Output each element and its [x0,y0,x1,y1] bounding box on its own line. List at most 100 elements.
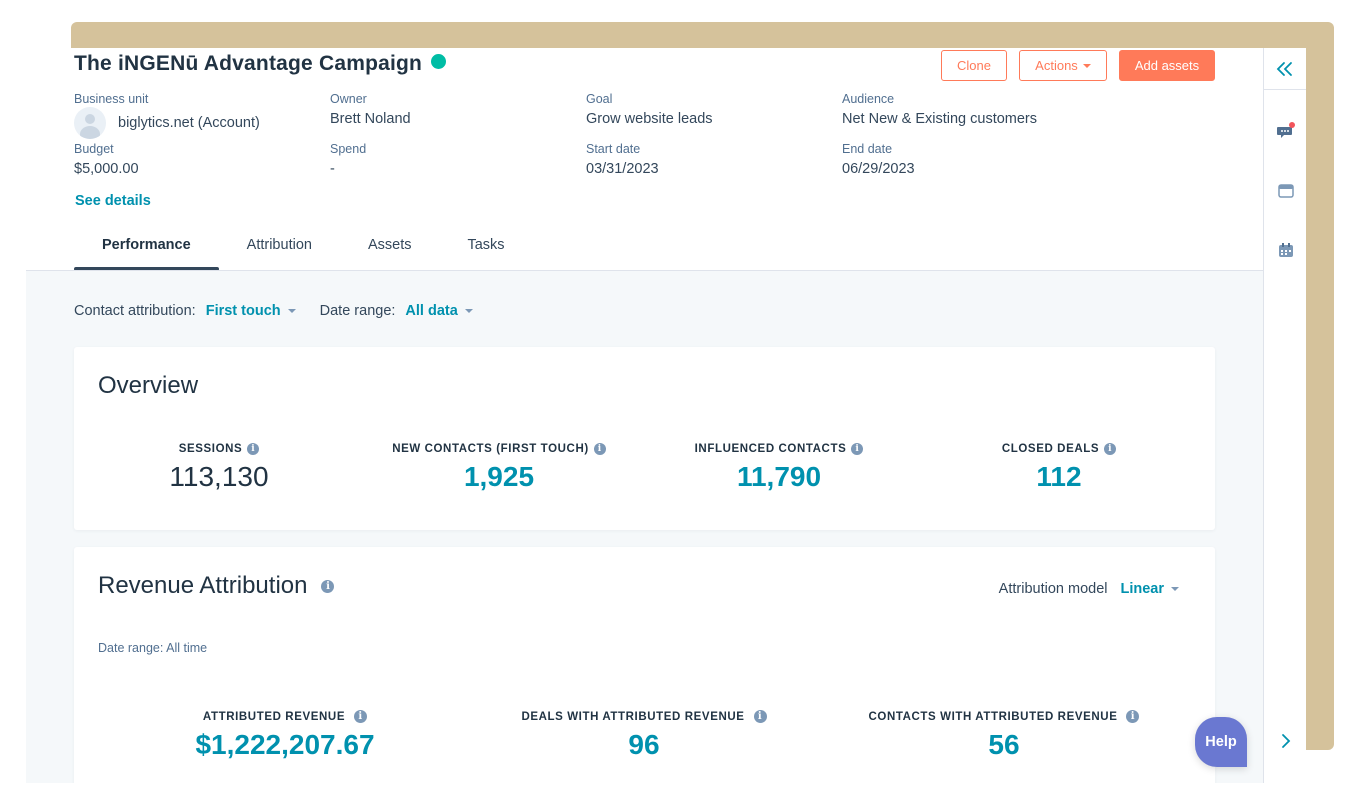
business-unit-value-row: biglytics.net (Account) [74,107,260,139]
metric-label-row: DEALS WITH ATTRIBUTED REVENUE i [494,710,794,723]
info-icon[interactable]: i [1104,443,1117,455]
tab-bar: Performance Attribution Assets Tasks [74,226,533,271]
attribution-model-dropdown[interactable]: Linear [1120,581,1179,597]
metric-closed-deals: CLOSED DEALS i 112 [924,443,1194,493]
metric-value[interactable]: 11,790 [644,461,914,493]
field-value: $5,000.00 [74,161,139,177]
metric-label: NEW CONTACTS (FIRST TOUCH) [392,443,589,455]
chat-icon[interactable] [1277,122,1295,140]
metric-label: INFLUENCED CONTACTS [694,443,847,455]
metric-label: CLOSED DEALS [1001,443,1100,455]
field-end-date: End date 06/29/2023 [842,142,915,177]
right-sidebar [1263,48,1306,783]
field-business-unit: Business unit biglytics.net (Account) [74,92,260,139]
tab-attribution[interactable]: Attribution [219,226,340,270]
field-start-date: Start date 03/31/2023 [586,142,659,177]
metric-value[interactable]: 112 [924,461,1194,493]
info-icon[interactable]: i [321,579,335,593]
status-indicator [431,53,447,69]
metric-label-row: SESSIONS i [110,443,328,455]
attribution-model-value: Linear [1120,581,1164,597]
field-label: Owner [330,92,367,106]
metric-label-row: NEW CONTACTS (FIRST TOUCH) i [364,443,634,455]
info-icon[interactable]: i [354,710,368,723]
info-icon[interactable]: i [1126,710,1140,723]
revenue-attribution-title: Revenue Attribution [98,572,308,599]
field-label: Business unit [74,92,149,106]
date-range-value: All data [405,303,458,319]
tab-tasks[interactable]: Tasks [439,226,532,270]
help-button[interactable]: Help [1195,717,1247,767]
metric-value[interactable]: 96 [494,729,794,761]
metric-value[interactable]: 1,925 [364,461,634,493]
metric-value[interactable]: $1,222,207.67 [140,729,430,761]
clone-button-label: Clone [957,58,991,73]
field-audience: Audience Net New & Existing customers [842,92,1037,127]
field-label: Goal [586,92,613,106]
field-value: - [330,161,335,177]
field-label: End date [842,142,893,156]
metric-label-row: CLOSED DEALS i [924,443,1194,455]
avatar-body-icon [80,126,100,139]
title-row: The iNGENū Advantage Campaign [74,52,447,76]
see-details-link[interactable]: See details [75,193,151,209]
attribution-model-label: Attribution model [998,581,1108,597]
metric-value[interactable]: 56 [844,729,1164,761]
field-label: Spend [330,142,367,156]
info-icon[interactable]: i [593,443,606,455]
metric-label: ATTRIBUTED REVENUE [202,710,346,723]
metric-attributed-revenue: ATTRIBUTED REVENUE i $1,222,207.67 [140,710,430,761]
contact-attribution-label: Contact attribution: [74,303,196,319]
field-value: Grow website leads [586,111,713,127]
field-budget: Budget $5,000.00 [74,142,139,177]
metric-contacts-attributed-revenue: CONTACTS WITH ATTRIBUTED REVENUE i 56 [844,710,1164,761]
metric-label: CONTACTS WITH ATTRIBUTED REVENUE [868,710,1118,723]
tab-assets[interactable]: Assets [340,226,440,270]
metric-sessions: SESSIONS i 113,130 [110,443,328,493]
tab-performance[interactable]: Performance [74,226,219,271]
caret-down-icon [1171,587,1179,591]
card-icon[interactable] [1277,182,1295,200]
caret-down-icon [1082,63,1091,68]
contact-attribution-value: First touch [205,303,281,319]
main-panel: The iNGENū Advantage Campaign Clone Acti… [26,48,1263,783]
metric-label-row: INFLUENCED CONTACTS i [644,443,914,455]
metric-deals-attributed-revenue: DEALS WITH ATTRIBUTED REVENUE i 96 [494,710,794,761]
metric-influenced-contacts: INFLUENCED CONTACTS i 11,790 [644,443,914,493]
avatar [74,107,106,139]
field-goal: Goal Grow website leads [586,92,713,127]
actions-dropdown-button[interactable]: Actions [1019,50,1107,81]
add-assets-label: Add assets [1134,58,1200,73]
metric-label-row: CONTACTS WITH ATTRIBUTED REVENUE i [844,710,1164,723]
date-range-dropdown[interactable]: All data [405,303,473,319]
field-value: 06/29/2023 [842,161,915,177]
expand-chevron-icon[interactable] [1279,730,1293,752]
contact-attribution-dropdown[interactable]: First touch [206,303,296,319]
metric-label: DEALS WITH ATTRIBUTED REVENUE [521,710,745,723]
metric-new-contacts: NEW CONTACTS (FIRST TOUCH) i 1,925 [364,443,634,493]
info-icon[interactable]: i [851,443,864,455]
field-label: Start date [586,142,641,156]
field-spend: Spend - [330,142,366,177]
revenue-attribution-card: Revenue Attribution i Attribution model … [74,547,1215,783]
field-value: biglytics.net (Account) [118,115,260,131]
info-icon[interactable]: i [753,710,767,723]
info-icon[interactable]: i [247,443,260,455]
page-title: The iNGENū Advantage Campaign [74,52,423,75]
calendar-icon[interactable] [1277,241,1295,259]
field-value: Net New & Existing customers [842,111,1038,127]
overview-card: Overview SESSIONS i 113,130 NEW CONTACTS… [74,347,1215,530]
metric-label-row: ATTRIBUTED REVENUE i [140,710,430,723]
date-range-label: Date range: [319,303,396,319]
add-assets-button[interactable]: Add assets [1119,50,1215,81]
field-value: 03/31/2023 [586,161,659,177]
collapse-sidebar-button[interactable] [1264,48,1306,90]
performance-content: Contact attribution: First touch Date ra… [26,271,1263,783]
clone-button[interactable]: Clone [941,50,1007,81]
overview-title: Overview [98,372,199,399]
date-range-note: Date range: All time [98,641,208,655]
field-value: Brett Noland [330,111,411,127]
campaign-page: The iNGENū Advantage Campaign Clone Acti… [26,48,1306,783]
filter-bar: Contact attribution: First touch Date ra… [74,303,497,319]
caret-down-icon [287,309,296,313]
